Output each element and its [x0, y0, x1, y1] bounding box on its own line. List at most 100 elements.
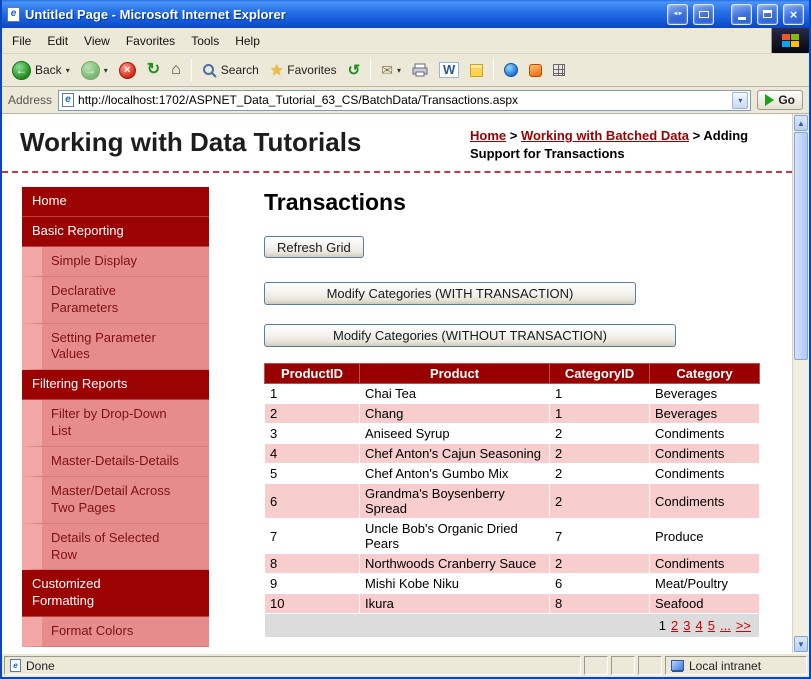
zone-label: Local intranet	[689, 658, 762, 673]
close-button[interactable]: ×	[783, 3, 804, 25]
pager-link[interactable]: 5	[708, 618, 715, 633]
maximize-icon	[763, 10, 772, 18]
site-title: Working with Data Tutorials	[20, 127, 362, 157]
sidebar-item-declarative-parameters[interactable]: Declarative Parameters	[22, 276, 209, 324]
sidebar-item-master-details-details[interactable]: Master-Details-Details	[22, 447, 209, 477]
stop-icon: ×	[118, 61, 136, 79]
go-button[interactable]: Go	[757, 90, 803, 110]
modify-without-transaction-button[interactable]: Modify Categories (WITHOUT TRANSACTION)	[264, 324, 676, 348]
sidebar-item-simple-display[interactable]: Simple Display	[22, 246, 209, 277]
pager-link[interactable]: ...	[720, 618, 731, 633]
history-button[interactable]: ↺	[344, 60, 365, 81]
table-cell: 3	[264, 423, 360, 445]
minimize-icon	[737, 17, 746, 20]
edit-button[interactable]: W	[435, 59, 463, 81]
home-button[interactable]: ⌂	[167, 59, 185, 81]
menu-item-file[interactable]: File	[4, 31, 39, 51]
sidebar-item-home[interactable]: Home	[22, 187, 209, 217]
table-row: 6 Grandma's Boysenberry Spread 2 Condiments	[264, 483, 760, 520]
maximize-button[interactable]	[757, 3, 778, 25]
table-cell: 2	[264, 403, 360, 425]
table-cell: 2	[549, 423, 650, 445]
print-icon	[412, 63, 428, 77]
discuss-button[interactable]	[466, 61, 487, 80]
refresh-button[interactable]: ↻	[143, 59, 164, 81]
table-cell: 5	[264, 463, 360, 485]
menu-bar: File Edit View Favorites Tools Help	[2, 28, 809, 54]
pager-link[interactable]: 4	[696, 618, 703, 633]
refresh-grid-button[interactable]: Refresh Grid	[264, 236, 364, 259]
scrollbar-track[interactable]	[793, 360, 809, 635]
search-label: Search	[220, 63, 259, 77]
breadcrumb-link[interactable]: Working with Batched Data	[521, 128, 689, 143]
table-cell: Chang	[359, 403, 550, 425]
sidebar-item-filtering-reports[interactable]: Filtering Reports	[22, 370, 209, 401]
pager-link[interactable]: 2	[671, 618, 678, 633]
forward-button[interactable]: → ▾	[77, 58, 112, 83]
table-cell: 1	[549, 403, 650, 425]
ie-page-icon: e	[7, 6, 20, 22]
table-cell: Mishi Kobe Niku	[359, 573, 550, 595]
table-cell: 6	[549, 573, 650, 595]
status-page-icon: e	[10, 659, 21, 672]
breadcrumb-separator: >	[506, 128, 521, 143]
menu-item-tools[interactable]: Tools	[183, 31, 227, 51]
pager-link[interactable]: 3	[683, 618, 690, 633]
sidebar-item-format-colors[interactable]: Format Colors	[22, 617, 209, 648]
research-icon	[529, 63, 543, 77]
scroll-down-button[interactable]: ▼	[794, 636, 808, 652]
table-cell: Chai Tea	[359, 383, 550, 405]
scrollbar-thumb[interactable]	[794, 132, 808, 360]
sidebar-item-filter-by-drop-down-list[interactable]: Filter by Drop-Down List	[22, 400, 209, 447]
grid-column-header: ProductID	[264, 363, 360, 385]
messenger-icon	[504, 63, 519, 77]
table-cell: 7	[264, 518, 360, 555]
screen-icon	[698, 10, 709, 18]
sidebar-item-setting-parameter-values[interactable]: Setting Parameter Values	[22, 323, 209, 371]
vertical-scrollbar[interactable]: ▲ ▼	[792, 114, 809, 653]
search-button[interactable]: Search	[198, 60, 263, 81]
address-combo: e ▾	[58, 89, 752, 111]
address-input[interactable]	[78, 93, 729, 107]
grid-body: 1 Chai Tea 1 Beverages 2 Chang 1 Beverages 3 Anis…	[264, 383, 760, 615]
print-button[interactable]	[408, 60, 432, 80]
grid-column-header: Category	[649, 363, 760, 385]
favorites-button[interactable]: ★ Favorites	[266, 60, 341, 81]
table-row: 10 Ikura 8 Seafood	[264, 593, 760, 615]
table-cell: Northwoods Cranberry Sauce	[359, 553, 550, 575]
table-cell: 8	[264, 553, 360, 575]
menu-bar-items: File Edit View Favorites Tools Help	[2, 28, 771, 53]
modify-with-transaction-button[interactable]: Modify Categories (WITH TRANSACTION)	[264, 282, 636, 306]
quick-links-button[interactable]	[549, 61, 569, 79]
close-icon: ×	[789, 6, 798, 22]
grid-pager-row: 1 2 3 4 5... >>	[264, 613, 760, 639]
table-cell: Grandma's Boysenberry Spread	[359, 483, 550, 520]
status-zone-pane: Local intranet	[665, 656, 807, 675]
mail-button[interactable]: ✉ ▾	[377, 60, 405, 80]
minimize-button[interactable]	[731, 3, 752, 25]
menu-item-view[interactable]: View	[76, 31, 118, 51]
menu-item-edit[interactable]: Edit	[39, 31, 76, 51]
messenger-button[interactable]	[500, 60, 522, 80]
window-arrows-button[interactable]: ◄►	[667, 3, 688, 25]
refresh-icon: ↻	[146, 61, 161, 78]
forward-icon: →	[80, 60, 100, 80]
menu-item-favorites[interactable]: Favorites	[118, 31, 183, 51]
address-dropdown-button[interactable]: ▾	[732, 91, 749, 109]
title-bar: e Untitled Page - Microsoft Internet Exp…	[2, 0, 809, 28]
breadcrumb-link[interactable]: Home	[470, 128, 506, 143]
table-cell: Chef Anton's Cajun Seasoning	[359, 443, 550, 465]
windows-logo	[771, 28, 809, 53]
sidebar-item-details-of-selected-row[interactable]: Details of Selected Row	[22, 523, 209, 571]
pager-link[interactable]: >>	[736, 618, 751, 633]
scroll-up-button[interactable]: ▲	[794, 115, 808, 131]
sidebar-item-master-detail-across-two-pages[interactable]: Master/Detail Across Two Pages	[22, 476, 209, 524]
sidebar-item-basic-reporting[interactable]: Basic Reporting	[22, 216, 209, 247]
window-screen-button[interactable]	[693, 3, 714, 25]
breadcrumb: Home > Working with Batched Data > Addin…	[470, 127, 778, 162]
sidebar-item-customized-formatting[interactable]: Customized Formatting	[22, 570, 209, 618]
research-button[interactable]	[525, 61, 546, 80]
menu-item-help[interactable]: Help	[227, 31, 268, 51]
back-button[interactable]: ← Back ▾	[8, 58, 74, 83]
stop-button[interactable]: ×	[115, 59, 140, 82]
